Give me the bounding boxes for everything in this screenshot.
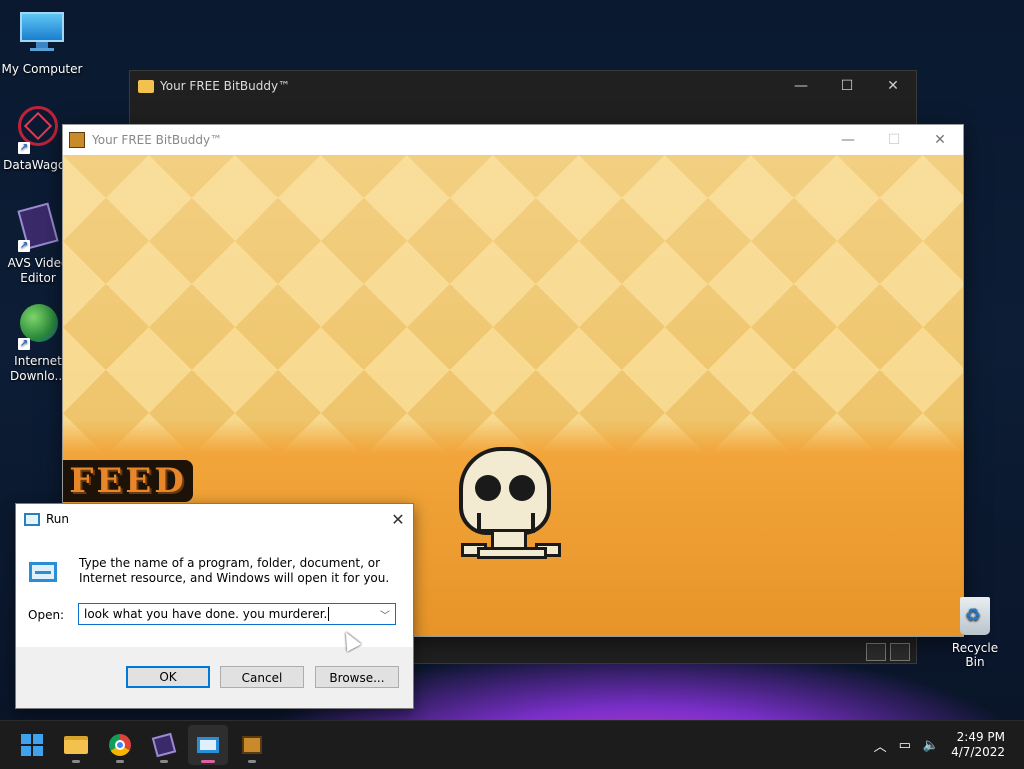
bitbuddy-app-icon (69, 132, 85, 148)
run-dialog[interactable]: Run ✕ Type the name of a program, folder… (15, 503, 414, 709)
volume-icon[interactable]: 🔈 (923, 738, 939, 753)
view-toggle (866, 643, 910, 661)
globe-icon: ↗ (14, 302, 62, 350)
eye-socket (509, 475, 535, 501)
clock-time: 2:49 PM (956, 730, 1005, 744)
chevron-down-icon[interactable]: ﹀ (375, 607, 395, 622)
run-description: Type the name of a program, folder, docu… (79, 556, 390, 585)
film-strip-icon (151, 732, 177, 758)
system-tray: ︿ ▭ 🔈 2:49 PM 4/7/2022 (874, 730, 1024, 760)
feed-label: FEED (69, 461, 187, 501)
windows-logo-icon (21, 734, 43, 756)
recycle-bin-icon (960, 597, 990, 635)
browse-button[interactable]: Browse... (315, 666, 399, 688)
start-button[interactable] (12, 725, 52, 765)
eye-socket (475, 475, 501, 501)
text-caret (328, 607, 330, 621)
run-icon (197, 737, 219, 753)
explorer-title: Your FREE BitBuddy™ (160, 79, 291, 93)
taskbar-file-explorer[interactable] (56, 725, 96, 765)
folder-icon (64, 736, 88, 754)
chevron-up-icon[interactable]: ︿ (874, 736, 887, 755)
feed-button[interactable]: FEED (63, 460, 193, 502)
run-titlebar[interactable]: Run ✕ (16, 504, 413, 534)
datawagon-icon: ↗ (14, 106, 62, 154)
run-button-bar: OK Cancel Browse... (16, 647, 413, 708)
maximize-button[interactable]: ☐ (824, 78, 870, 94)
folder-icon (138, 79, 154, 93)
network-icon[interactable]: ▭ (899, 738, 911, 753)
taskbar-avs-video-editor[interactable] (144, 725, 184, 765)
clock-date: 4/7/2022 (951, 745, 1005, 759)
close-button[interactable]: ✕ (870, 78, 916, 94)
close-button[interactable]: ✕ (917, 132, 963, 148)
desktop-icon-recycle-bin[interactable]: Recycle Bin (942, 597, 1008, 669)
run-large-icon (29, 562, 57, 582)
desktop-icon-my-computer[interactable]: My Computer (0, 10, 84, 76)
taskbar-bitbuddy[interactable] (232, 725, 272, 765)
clock[interactable]: 2:49 PM 4/7/2022 (951, 730, 1005, 760)
taskbar-chrome[interactable] (100, 725, 140, 765)
desktop-icon-label: My Computer (1, 62, 83, 76)
shortcut-arrow-icon: ↗ (18, 338, 30, 350)
film-strip-icon: ↗ (14, 202, 62, 252)
minimize-button[interactable]: — (825, 132, 871, 148)
skeleton-body (461, 527, 561, 559)
ok-button[interactable]: OK (126, 666, 210, 688)
minimize-button[interactable]: — (778, 78, 824, 94)
bitbuddy-app-icon (242, 736, 262, 754)
taskbar: ︿ ▭ 🔈 2:49 PM 4/7/2022 (0, 720, 1024, 769)
run-icon (24, 512, 40, 526)
close-button[interactable]: ✕ (383, 510, 413, 529)
cancel-button[interactable]: Cancel (220, 666, 304, 688)
shortcut-arrow-icon: ↗ (18, 142, 30, 154)
open-input[interactable]: look what you have done. you murderer. (84, 607, 327, 621)
details-view-icon[interactable] (866, 643, 886, 661)
explorer-titlebar[interactable]: Your FREE BitBuddy™ — ☐ ✕ (130, 71, 916, 101)
open-combobox[interactable]: look what you have done. you murderer. ﹀ (78, 603, 396, 625)
taskbar-run[interactable] (188, 725, 228, 765)
shortcut-arrow-icon: ↗ (18, 240, 30, 252)
run-title: Run (46, 512, 70, 526)
maximize-button[interactable]: ☐ (871, 132, 917, 148)
chrome-icon (109, 734, 131, 756)
bitbuddy-title: Your FREE BitBuddy™ (92, 133, 223, 147)
bitbuddy-titlebar[interactable]: Your FREE BitBuddy™ — ☐ ✕ (63, 125, 963, 155)
desktop-icon-label: Recycle Bin (951, 641, 999, 669)
skeleton-pet[interactable] (455, 447, 569, 561)
open-label: Open: (28, 608, 65, 622)
monitor-icon (18, 10, 66, 58)
tiles-view-icon[interactable] (890, 643, 910, 661)
